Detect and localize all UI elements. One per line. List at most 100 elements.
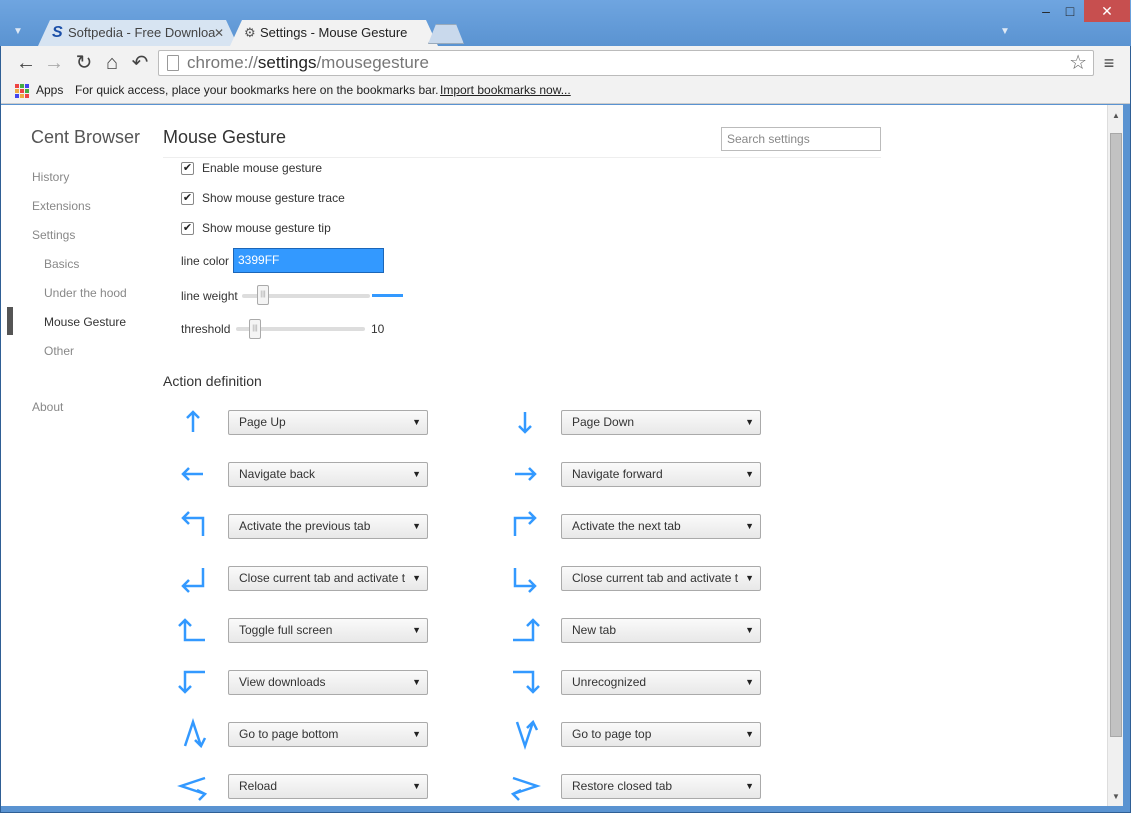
sidebar-item-extensions[interactable]: Extensions — [32, 199, 91, 213]
dropdown-caret-icon: ▼ — [742, 775, 754, 798]
dropdown-caret-icon: ▼ — [409, 515, 421, 538]
action-select-right-left[interactable]: Restore closed tab ▼ — [561, 774, 761, 799]
sidebar-item-about[interactable]: About — [32, 400, 63, 414]
title-bar: ▼ S Softpedia - Free Downloa ✕ ⚙ Setting… — [0, 0, 1131, 46]
maximize-button[interactable]: □ — [1056, 0, 1084, 22]
tab-label: Settings - Mouse Gesture — [260, 25, 408, 40]
gesture-right-up-icon — [509, 614, 541, 646]
line-color-input[interactable]: 3399FF — [233, 248, 384, 273]
forward-button[interactable]: → — [41, 50, 67, 76]
line-weight-preview — [372, 294, 403, 297]
action-select-down-up[interactable]: Go to page top ▼ — [561, 722, 761, 747]
new-tab-button[interactable] — [428, 24, 464, 44]
action-select-up-left[interactable]: Activate the previous tab ▼ — [228, 514, 428, 539]
dropdown-caret-icon: ▼ — [742, 723, 754, 746]
action-select-value: Close current tab and activate t — [239, 571, 406, 585]
dropdown-caret-icon: ▼ — [409, 671, 421, 694]
search-input[interactable]: Search settings — [721, 127, 881, 151]
show-tip-label: Show mouse gesture tip — [202, 221, 331, 235]
threshold-thumb[interactable]: ||| — [249, 319, 261, 339]
sidebar-item-mouse-gesture[interactable]: Mouse Gesture — [44, 315, 126, 329]
gesture-right-icon — [509, 458, 541, 490]
back-button[interactable]: ← — [13, 50, 39, 76]
gesture-left-right-icon — [177, 770, 209, 802]
gesture-up-left-icon — [177, 510, 209, 542]
scrollbar[interactable]: ▲ ▼ — [1107, 105, 1123, 806]
action-select-value: Go to page top — [572, 727, 652, 741]
sidebar-item-other[interactable]: Other — [44, 344, 74, 358]
action-select-value: Reload — [239, 779, 278, 793]
action-select-value: Navigate forward — [572, 467, 663, 481]
dropdown-caret-icon: ▼ — [409, 463, 421, 486]
import-bookmarks-link[interactable]: Import bookmarks now... — [440, 83, 571, 97]
settings-page: Cent Browser History Extensions Settings… — [1, 105, 1107, 806]
action-select-right-up[interactable]: New tab ▼ — [561, 618, 761, 643]
line-color-label: line color — [181, 254, 230, 268]
close-window-button[interactable]: ✕ — [1084, 0, 1130, 22]
action-select-value: Toggle full screen — [239, 623, 333, 637]
header-divider — [163, 157, 881, 158]
action-select-left-up[interactable]: Toggle full screen ▼ — [228, 618, 428, 643]
action-select-down-right[interactable]: Close current tab and activate t ▼ — [561, 566, 761, 591]
action-select-value: Unrecognized — [572, 675, 647, 689]
action-select-value: Activate the previous tab — [239, 519, 371, 533]
toolbar: ← → ↻ ⌂ ↶ chrome://settings/mousegesture… — [1, 46, 1130, 80]
sidebar-item-basics[interactable]: Basics — [44, 257, 79, 271]
action-select-up[interactable]: Page Up ▼ — [228, 410, 428, 435]
bookmark-star-icon[interactable]: ☆ — [1069, 51, 1087, 75]
dropdown-caret-icon: ▼ — [742, 515, 754, 538]
sidebar-item-settings[interactable]: Settings — [32, 228, 75, 242]
sidebar-item-under-the-hood[interactable]: Under the hood — [44, 286, 127, 300]
action-select-value: Activate the next tab — [572, 519, 681, 533]
action-select-up-right[interactable]: Activate the next tab ▼ — [561, 514, 761, 539]
action-select-value: Page Up — [239, 415, 286, 429]
action-select-value: Navigate back — [239, 467, 316, 481]
dropdown-caret-icon: ▼ — [742, 411, 754, 434]
menu-icon[interactable]: ≡ — [1098, 50, 1120, 76]
scroll-up-icon[interactable]: ▲ — [1108, 109, 1124, 123]
action-select-left[interactable]: Navigate back ▼ — [228, 462, 428, 487]
gesture-down-right-icon — [509, 562, 541, 594]
action-select-left-down[interactable]: View downloads ▼ — [228, 670, 428, 695]
action-select-value: Restore closed tab — [572, 779, 673, 793]
profile-chevron-icon[interactable]: ▼ — [1000, 26, 1010, 37]
action-select-down-left[interactable]: Close current tab and activate t ▼ — [228, 566, 428, 591]
close-tab-icon[interactable]: ✕ — [214, 20, 224, 46]
scroll-down-icon[interactable]: ▼ — [1108, 790, 1124, 804]
home-button[interactable]: ⌂ — [99, 50, 125, 76]
enable-gesture-checkbox[interactable]: ✔ — [181, 162, 194, 175]
tab-softpedia[interactable]: S Softpedia - Free Downloa ✕ — [38, 20, 238, 46]
action-select-left-right[interactable]: Reload ▼ — [228, 774, 428, 799]
dropdown-caret-icon: ▼ — [409, 723, 421, 746]
action-definition-title: Action definition — [163, 373, 262, 389]
show-trace-checkbox[interactable]: ✔ — [181, 192, 194, 205]
tab-menu-chevron-icon[interactable]: ▼ — [8, 26, 28, 40]
scroll-thumb[interactable] — [1110, 133, 1122, 737]
tab-settings[interactable]: ⚙ Settings - Mouse Gesture — [230, 20, 438, 46]
apps-link[interactable]: Apps — [36, 83, 63, 97]
action-select-value: Page Down — [572, 415, 635, 429]
dropdown-caret-icon: ▼ — [742, 463, 754, 486]
action-select-up-down[interactable]: Go to page bottom ▼ — [228, 722, 428, 747]
gesture-right-down-icon — [509, 666, 541, 698]
page-title: Mouse Gesture — [163, 127, 287, 147]
action-select-right-down[interactable]: Unrecognized ▼ — [561, 670, 761, 695]
undo-close-button[interactable]: ↶ — [127, 50, 153, 76]
apps-icon[interactable] — [15, 84, 29, 98]
enable-gesture-label: Enable mouse gesture — [202, 161, 323, 175]
tab-label: Softpedia - Free Downloa — [68, 25, 216, 40]
dropdown-caret-icon: ▼ — [742, 567, 754, 590]
action-select-down[interactable]: Page Down ▼ — [561, 410, 761, 435]
sidebar-item-history[interactable]: History — [32, 170, 69, 184]
dropdown-caret-icon: ▼ — [742, 619, 754, 642]
gesture-down-icon — [509, 406, 541, 438]
dropdown-caret-icon: ▼ — [742, 671, 754, 694]
action-select-right[interactable]: Navigate forward ▼ — [561, 462, 761, 487]
dropdown-caret-icon: ▼ — [409, 411, 421, 434]
line-weight-thumb[interactable]: ||| — [257, 285, 269, 305]
gesture-down-up-icon — [509, 718, 541, 750]
show-tip-checkbox[interactable]: ✔ — [181, 222, 194, 235]
gear-icon: ⚙ — [244, 25, 256, 40]
reload-button[interactable]: ↻ — [71, 50, 97, 76]
address-bar[interactable]: chrome://settings/mousegesture ☆ — [158, 50, 1094, 76]
